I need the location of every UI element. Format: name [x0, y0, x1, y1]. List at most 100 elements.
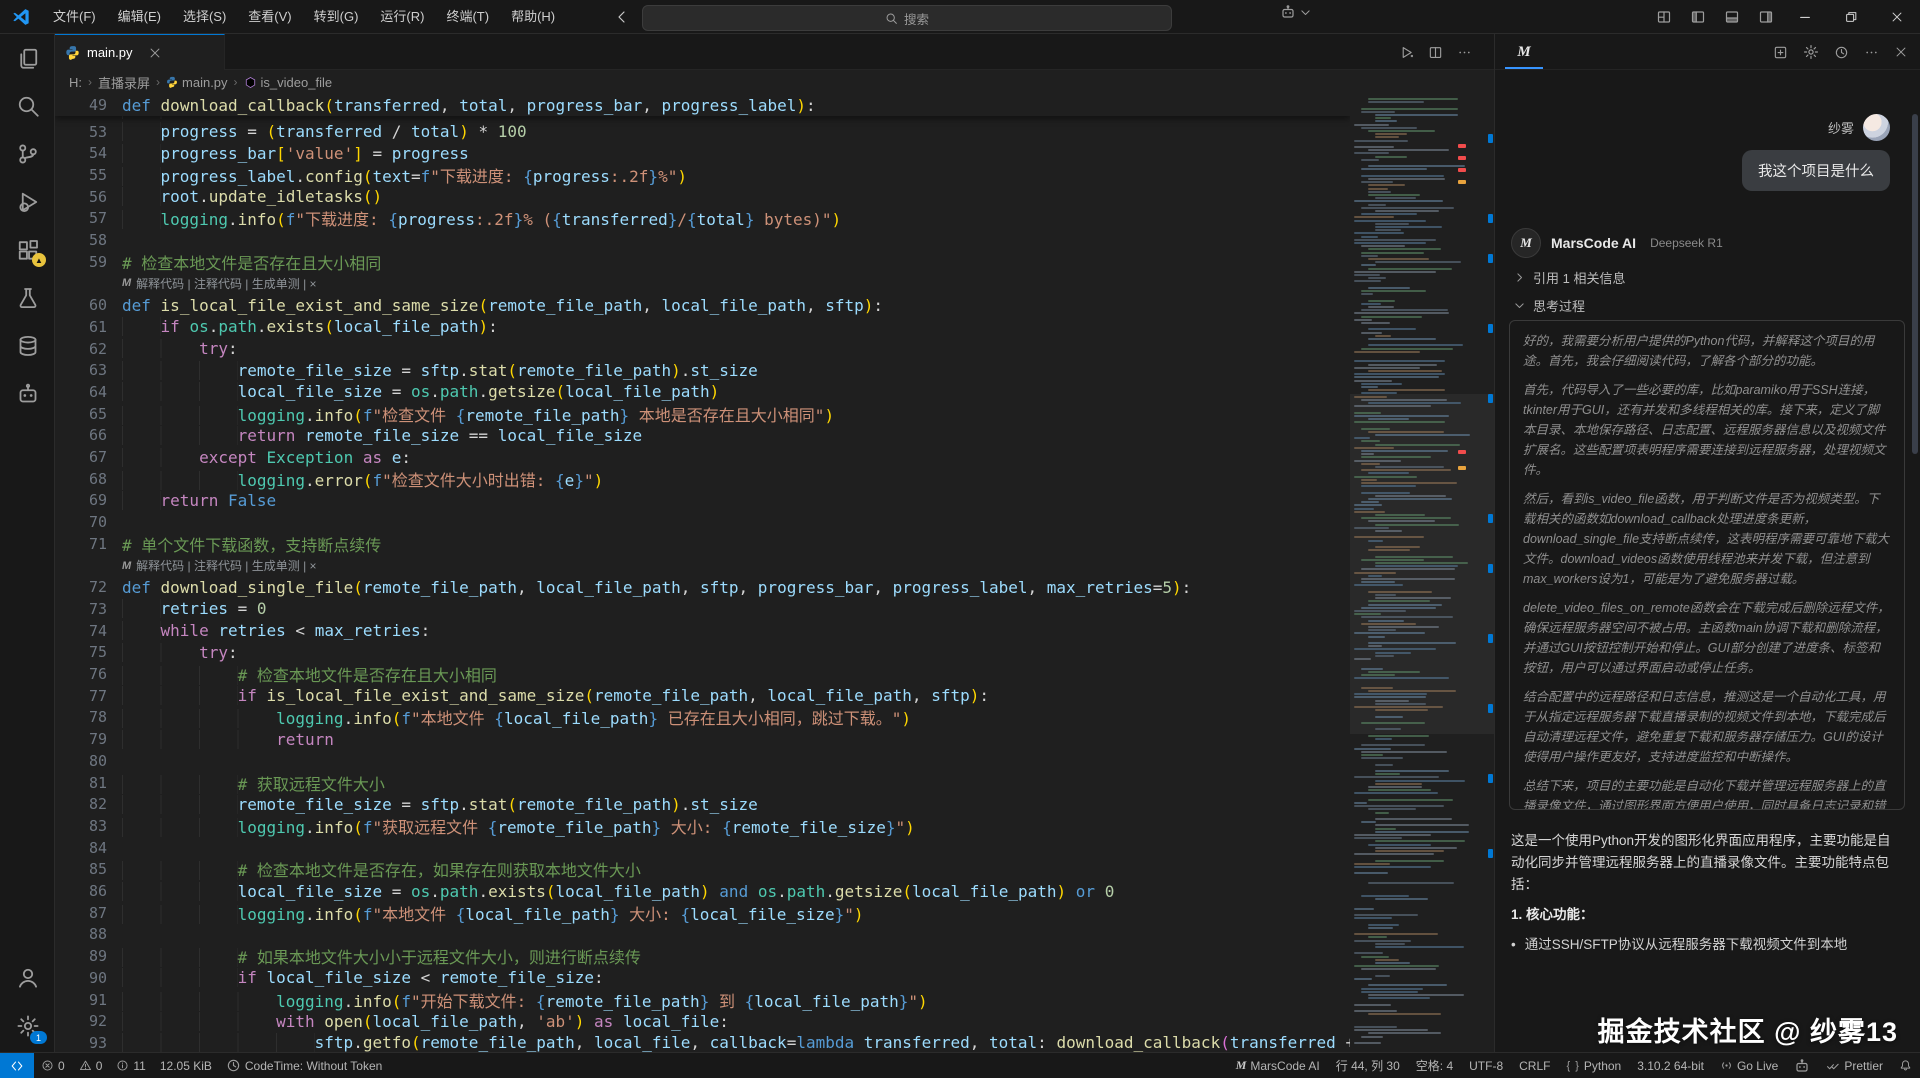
code-line-90[interactable]: 90 if local_file_size < remote_file_size…: [55, 967, 1350, 989]
menu-编辑[interactable]: 编辑(E): [107, 0, 172, 34]
code-line-65[interactable]: 65 logging.info(f"检查文件 {remote_file_path…: [55, 403, 1350, 425]
history-icon[interactable]: [1834, 45, 1849, 60]
breadcrumb-item[interactable]: is_video_file: [244, 75, 333, 90]
code-line-87[interactable]: 87 logging.info(f"本地文件 {local_file_path}…: [55, 902, 1350, 924]
toggle-panel-icon[interactable]: [1724, 9, 1740, 25]
activity-run-and-debug[interactable]: [0, 178, 55, 226]
breadcrumb-item[interactable]: H:: [69, 75, 82, 90]
status-python-interpreter[interactable]: 3.10.2 64-bit: [1629, 1053, 1712, 1078]
code-line-53[interactable]: 53 progress = (transferred / total) * 10…: [55, 121, 1350, 143]
activity-accounts[interactable]: [0, 954, 55, 1002]
panel-settings-icon[interactable]: [1803, 44, 1819, 60]
nav-back-icon[interactable]: [614, 9, 630, 25]
remote-indicator[interactable]: [0, 1053, 34, 1078]
sticky-scroll-line[interactable]: 49def download_callback(transferred, tot…: [55, 94, 1350, 116]
status-codetime[interactable]: CodeTime: Without Token: [219, 1053, 389, 1078]
status-file-size[interactable]: 12.05 KiB: [153, 1053, 219, 1078]
code-line-60[interactable]: 60def is_local_file_exist_and_same_size(…: [55, 294, 1350, 316]
codelens-actions[interactable]: M解释代码 | 注释代码 | 生成单测 | ×: [122, 555, 317, 577]
code-editor[interactable]: 52 return53 progress = (transferred / to…: [55, 94, 1350, 1052]
menu-查看[interactable]: 查看(V): [237, 0, 302, 34]
code-line-77[interactable]: 77 if is_local_file_exist_and_same_size(…: [55, 685, 1350, 707]
toggle-sidebar-icon[interactable]: [1690, 9, 1706, 25]
customize-layout-icon[interactable]: [1656, 9, 1672, 25]
code-line-86[interactable]: 86 local_file_size = os.path.exists(loca…: [55, 880, 1350, 902]
code-line-70[interactable]: 70: [55, 511, 1350, 533]
code-line-85[interactable]: 85 # 检查本地文件是否存在，如果存在则获取本地文件大小: [55, 859, 1350, 881]
code-line-61[interactable]: 61 if os.path.exists(local_file_path):: [55, 316, 1350, 338]
new-chat-icon[interactable]: [1773, 45, 1788, 60]
code-line-59[interactable]: 59# 检查本地文件是否存在且大小相同: [55, 251, 1350, 273]
restore-button[interactable]: [1828, 0, 1874, 34]
code-line-78[interactable]: 78 logging.info(f"本地文件 {local_file_path}…: [55, 707, 1350, 729]
status-eol[interactable]: CRLF: [1511, 1053, 1558, 1078]
code-line-83[interactable]: 83 logging.info(f"获取远程文件 {remote_file_pa…: [55, 815, 1350, 837]
code-line-64[interactable]: 64 local_file_size = os.path.getsize(loc…: [55, 381, 1350, 403]
code-line-84[interactable]: 84: [55, 837, 1350, 859]
tab-close-icon[interactable]: [148, 46, 162, 60]
code-line-67[interactable]: 67 except Exception as e:: [55, 446, 1350, 468]
status-ai-status[interactable]: [1786, 1053, 1818, 1078]
code-line-89[interactable]: 89 # 如果本地文件大小小于远程文件大小，则进行断点续传: [55, 945, 1350, 967]
code-line-92[interactable]: 92 with open(local_file_path, 'ab') as l…: [55, 1010, 1350, 1032]
minimap[interactable]: [1350, 94, 1494, 1052]
code-line-88[interactable]: 88: [55, 924, 1350, 946]
thinking-fold[interactable]: 思考过程: [1513, 296, 1585, 315]
activity-database[interactable]: [0, 322, 55, 370]
status-language-mode[interactable]: { }Python: [1558, 1053, 1629, 1078]
run-file-button[interactable]: [1399, 45, 1414, 60]
toggle-secondary-sidebar-icon[interactable]: [1758, 9, 1774, 25]
code-line-54[interactable]: 54 progress_bar['value'] = progress: [55, 142, 1350, 164]
menu-选择[interactable]: 选择(S): [172, 0, 237, 34]
code-line-82[interactable]: 82 remote_file_size = sftp.stat(remote_f…: [55, 793, 1350, 815]
activity-explorer[interactable]: [0, 34, 55, 82]
menu-帮助[interactable]: 帮助(H): [500, 0, 566, 34]
code-line-63[interactable]: 63 remote_file_size = sftp.stat(remote_f…: [55, 359, 1350, 381]
activity-testing[interactable]: [0, 274, 55, 322]
close-window-button[interactable]: [1874, 0, 1920, 34]
status-marscode-ai[interactable]: MMarsCode AI: [1228, 1053, 1328, 1078]
panel-scrollbar[interactable]: [1912, 114, 1918, 454]
code-line-56[interactable]: 56 root.update_idletasks(): [55, 186, 1350, 208]
code-line-62[interactable]: 62 try:: [55, 338, 1350, 360]
menu-终端[interactable]: 终端(T): [435, 0, 500, 34]
activity-source-control[interactable]: [0, 130, 55, 178]
activity-search[interactable]: [0, 82, 55, 130]
status-prettier[interactable]: Prettier: [1818, 1053, 1891, 1078]
tab-main-py[interactable]: main.py: [55, 34, 225, 70]
status-indentation[interactable]: 空格: 4: [1408, 1053, 1461, 1078]
code-line-79[interactable]: 79 return: [55, 728, 1350, 750]
codelens-actions[interactable]: M解释代码 | 注释代码 | 生成单测 | ×: [122, 273, 317, 295]
code-line-57[interactable]: 57 logging.info(f"下载进度: {progress:.2f}% …: [55, 208, 1350, 230]
code-line-72[interactable]: 72def download_single_file(remote_file_p…: [55, 576, 1350, 598]
code-line-74[interactable]: 74 while retries < max_retries:: [55, 620, 1350, 642]
code-line-73[interactable]: 73 retries = 0: [55, 598, 1350, 620]
breadcrumb-item[interactable]: 直播录屏: [98, 73, 150, 92]
more-actions-icon[interactable]: [1457, 45, 1472, 60]
status-notifications[interactable]: [1891, 1053, 1920, 1078]
code-line-69[interactable]: 69 return False: [55, 490, 1350, 512]
minimize-button[interactable]: [1782, 0, 1828, 34]
code-line-91[interactable]: 91 logging.info(f"开始下载文件: {remote_file_p…: [55, 989, 1350, 1011]
breadcrumb-item[interactable]: main.py: [166, 75, 228, 90]
code-line-71[interactable]: 71# 单个文件下载函数，支持断点续传: [55, 533, 1350, 555]
menu-文件[interactable]: 文件(F): [42, 0, 107, 34]
status-errors[interactable]: 0: [34, 1053, 72, 1078]
code-line-66[interactable]: 66 return remote_file_size == local_file…: [55, 425, 1350, 447]
status-encoding[interactable]: UTF-8: [1461, 1053, 1511, 1078]
activity-extensions[interactable]: ▲: [0, 226, 55, 274]
panel-close-icon[interactable]: [1894, 45, 1908, 59]
ai-assistant-button[interactable]: [1280, 4, 1312, 20]
code-line-93[interactable]: 93 sftp.getfo(remote_file_path, local_fi…: [55, 1032, 1350, 1052]
code-line-58[interactable]: 58: [55, 229, 1350, 251]
code-line-75[interactable]: 75 try:: [55, 642, 1350, 664]
status-go-live[interactable]: Go Live: [1712, 1053, 1786, 1078]
panel-more-icon[interactable]: [1864, 45, 1879, 60]
code-line-76[interactable]: 76 # 检查本地文件是否存在且大小相同: [55, 663, 1350, 685]
global-search-input[interactable]: 搜索: [642, 5, 1172, 31]
status-cursor-position[interactable]: 行 44, 列 30: [1328, 1053, 1408, 1078]
code-line-81[interactable]: 81 # 获取远程文件大小: [55, 772, 1350, 794]
status-info-count[interactable]: 11: [109, 1053, 152, 1078]
reference-fold[interactable]: 引用 1 相关信息: [1513, 268, 1625, 287]
split-editor-icon[interactable]: [1428, 45, 1443, 60]
